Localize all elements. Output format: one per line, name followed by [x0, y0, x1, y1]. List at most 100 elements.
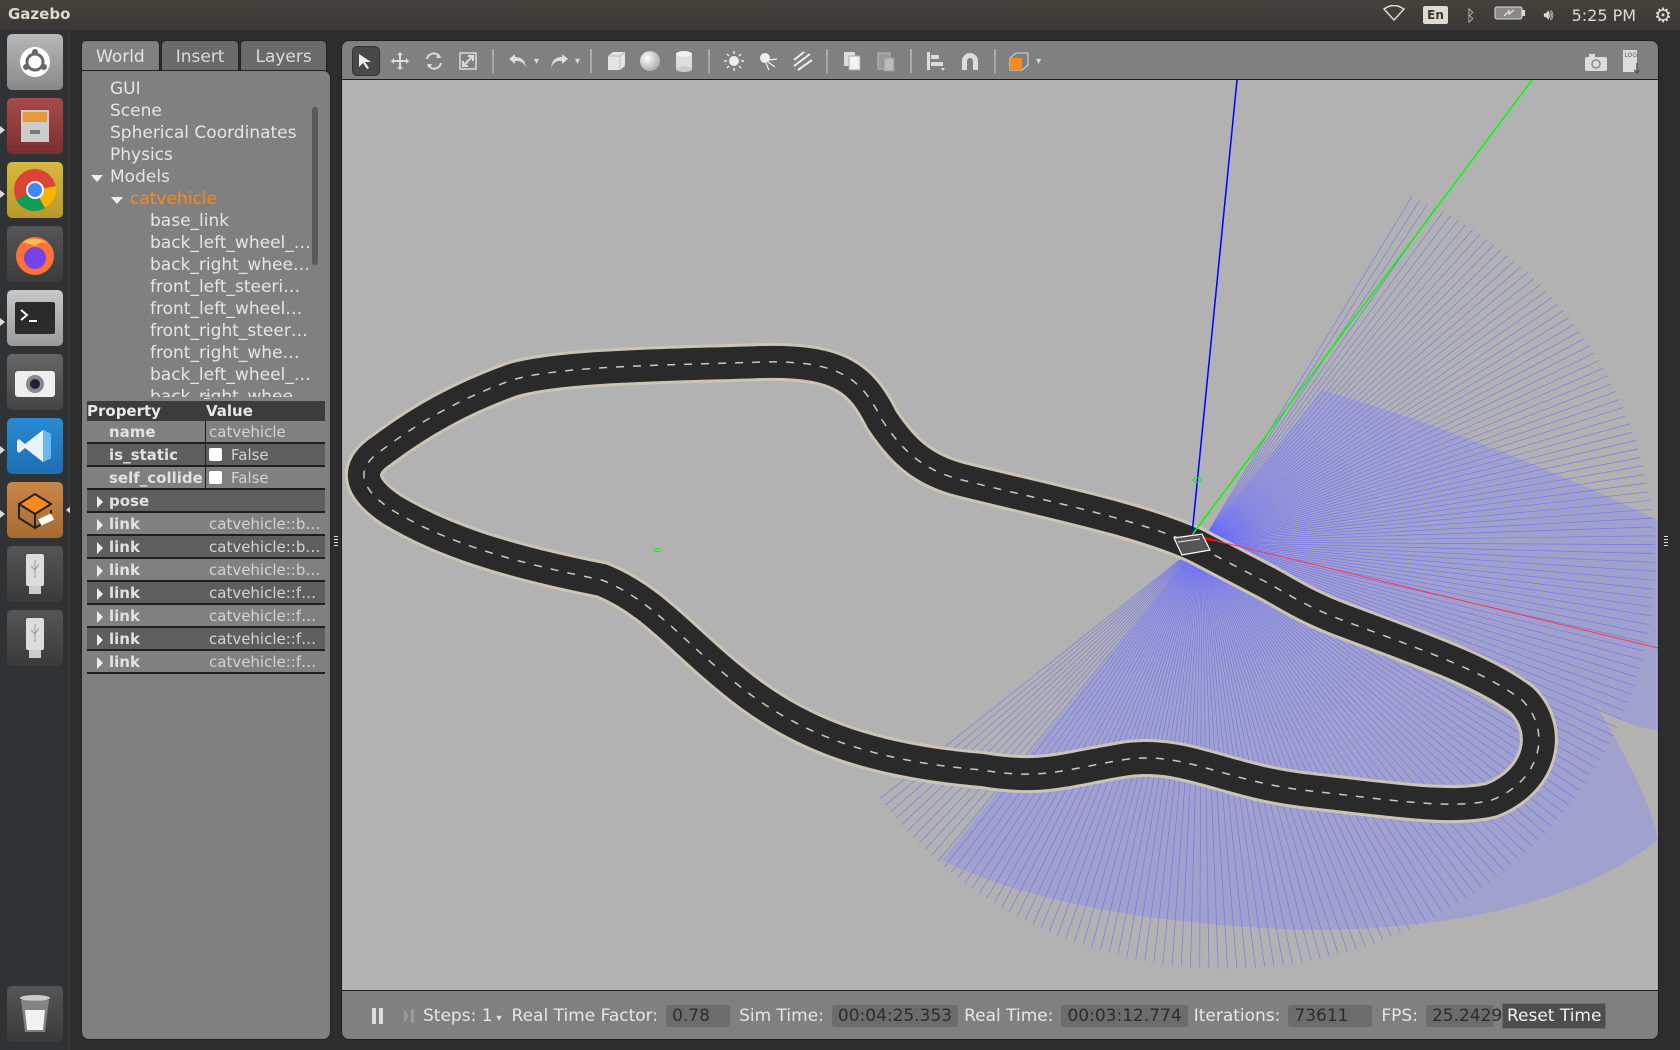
paste-button[interactable] [872, 46, 900, 76]
clock[interactable]: 5:25 PM [1572, 6, 1636, 25]
view-angle-dropdown-icon[interactable]: ▾ [1036, 56, 1041, 67]
property-row-link[interactable]: link catvehicle::f… [87, 582, 325, 605]
tree-item-link[interactable]: back_right_whee… [150, 387, 310, 397]
undo-icon [509, 54, 526, 68]
tree-item-link[interactable]: front_right_steer… [150, 321, 308, 341]
expand-arrow-icon[interactable] [97, 657, 103, 669]
translate-mode-button[interactable] [386, 46, 414, 76]
expand-arrow-icon[interactable] [97, 496, 103, 508]
property-row-is-static[interactable]: is_static False [87, 444, 325, 467]
insert-sphere-button[interactable] [636, 46, 664, 76]
insert-cylinder-button[interactable] [670, 46, 698, 76]
scene-render[interactable] [342, 80, 1658, 991]
reset-time-button[interactable]: Reset Time [1501, 1003, 1607, 1029]
insert-point-light-button[interactable] [720, 46, 748, 76]
redo-history-dropdown-icon[interactable]: ▾ [575, 56, 580, 67]
gazebo-launcher-button[interactable] [7, 482, 63, 538]
wifi-icon[interactable] [1383, 4, 1406, 25]
usb-drive-launcher-button-1[interactable] [7, 546, 63, 602]
catvehicle-expand-icon[interactable] [111, 197, 123, 204]
tab-world[interactable]: World [81, 40, 160, 72]
scale-mode-button[interactable] [454, 46, 482, 76]
sim-time-field: 00:04:25.353 [831, 1005, 959, 1027]
trash-launcher-button[interactable] [7, 986, 63, 1042]
property-row-link[interactable]: link catvehicle::b… [87, 559, 325, 582]
step-button[interactable] [403, 1008, 415, 1024]
copy-button[interactable] [838, 46, 866, 76]
tree-item-link[interactable]: front_left_steeri… [150, 277, 300, 297]
magnet-icon [962, 53, 979, 70]
battery-icon[interactable] [1494, 5, 1526, 25]
expand-arrow-icon[interactable] [97, 611, 103, 623]
camera-app-launcher-button[interactable] [7, 354, 63, 410]
tree-item-models[interactable]: Models [110, 167, 170, 187]
tree-item-catvehicle[interactable]: catvehicle [130, 189, 217, 209]
tree-item-gui[interactable]: GUI [110, 79, 141, 99]
settings-gear-icon[interactable]: ⚙ [1654, 3, 1672, 27]
tree-item-physics[interactable]: Physics [110, 145, 173, 165]
expand-arrow-icon[interactable] [97, 588, 103, 600]
tree-item-scene[interactable]: Scene [110, 101, 162, 121]
property-row-pose[interactable]: pose [87, 490, 325, 513]
property-row-self-collide[interactable]: self_collide False [87, 467, 325, 490]
bluetooth-icon[interactable]: ᛒ [1466, 6, 1476, 25]
usb-drive-launcher-button-2[interactable] [7, 610, 63, 666]
chrome-launcher-button[interactable] [7, 162, 63, 218]
left-panel-splitter-handle[interactable] [334, 536, 338, 546]
tree-property-splitter-handle[interactable] [204, 395, 210, 400]
expand-arrow-icon[interactable] [97, 634, 103, 646]
is-static-checkbox[interactable] [209, 448, 222, 461]
select-mode-button[interactable] [352, 46, 380, 76]
expand-arrow-icon[interactable] [97, 565, 103, 577]
tree-item-link[interactable]: back_right_whee… [150, 255, 310, 275]
redo-button[interactable] [545, 46, 573, 76]
keyboard-layout-indicator[interactable]: En [1423, 6, 1448, 24]
undo-button[interactable] [504, 46, 532, 76]
system-tray: En ᛒ 🔊︎ 5:25 PM ⚙ [1383, 0, 1672, 30]
tree-item-link[interactable]: front_left_wheel… [150, 299, 302, 319]
volume-icon[interactable]: 🔊︎ [1544, 5, 1554, 25]
firefox-launcher-button[interactable] [7, 226, 63, 282]
insert-spot-light-button[interactable] [754, 46, 782, 76]
property-row-name[interactable]: name catvehicle [87, 421, 325, 444]
rotate-mode-button[interactable] [420, 46, 448, 76]
tab-insert[interactable]: Insert [160, 40, 240, 72]
pause-button[interactable] [372, 1008, 383, 1024]
tab-layers[interactable]: Layers [240, 40, 327, 72]
self-collide-checkbox[interactable] [209, 471, 222, 484]
marker [653, 548, 661, 552]
undo-history-dropdown-icon[interactable]: ▾ [534, 56, 539, 67]
terminal-launcher-button[interactable] [7, 290, 63, 346]
files-launcher-button[interactable] [7, 98, 63, 154]
steps-dropdown-icon[interactable]: ▾ [497, 1013, 502, 1024]
insert-box-button[interactable] [602, 46, 630, 76]
property-row-link[interactable]: link catvehicle::f… [87, 628, 325, 651]
log-button[interactable]: LOG [1618, 47, 1646, 77]
scene-panel: ▾ ▾ ▾ LOG Steps: 1 ▾ Real Time Factor: 0… [341, 40, 1659, 1040]
right-panel-splitter-handle[interactable] [1664, 536, 1668, 546]
iterations-label: Iterations: [1193, 1006, 1281, 1026]
tree-item-link[interactable]: back_left_wheel_… [150, 365, 311, 385]
svg-text:LOG: LOG [1625, 52, 1638, 59]
steps-selector[interactable]: Steps: 1 [423, 1006, 493, 1026]
ubuntu-dash-button[interactable] [7, 34, 63, 90]
insert-directional-light-button[interactable] [788, 46, 816, 76]
tree-item-link[interactable]: front_right_whe… [150, 343, 300, 363]
expand-arrow-icon[interactable] [97, 519, 103, 531]
tree-item-link[interactable]: base_link [150, 211, 229, 231]
screenshot-button[interactable] [1582, 47, 1610, 77]
align-button[interactable] [922, 46, 950, 76]
expand-arrow-icon[interactable] [97, 542, 103, 554]
vscode-launcher-button[interactable] [7, 418, 63, 474]
models-expand-icon[interactable] [91, 175, 103, 182]
tree-scrollbar[interactable] [312, 107, 318, 265]
property-row-link[interactable]: link catvehicle::f… [87, 651, 325, 674]
view-angle-button[interactable] [1006, 46, 1034, 76]
tree-item-spherical-coordinates[interactable]: Spherical Coordinates [110, 123, 296, 143]
property-row-link[interactable]: link catvehicle::b… [87, 513, 325, 536]
snap-button[interactable] [956, 46, 984, 76]
property-row-link[interactable]: link catvehicle::b… [87, 536, 325, 559]
tree-item-link[interactable]: back_left_wheel_… [150, 233, 311, 253]
3d-viewport[interactable] [342, 79, 1658, 991]
property-row-link[interactable]: link catvehicle::f… [87, 605, 325, 628]
